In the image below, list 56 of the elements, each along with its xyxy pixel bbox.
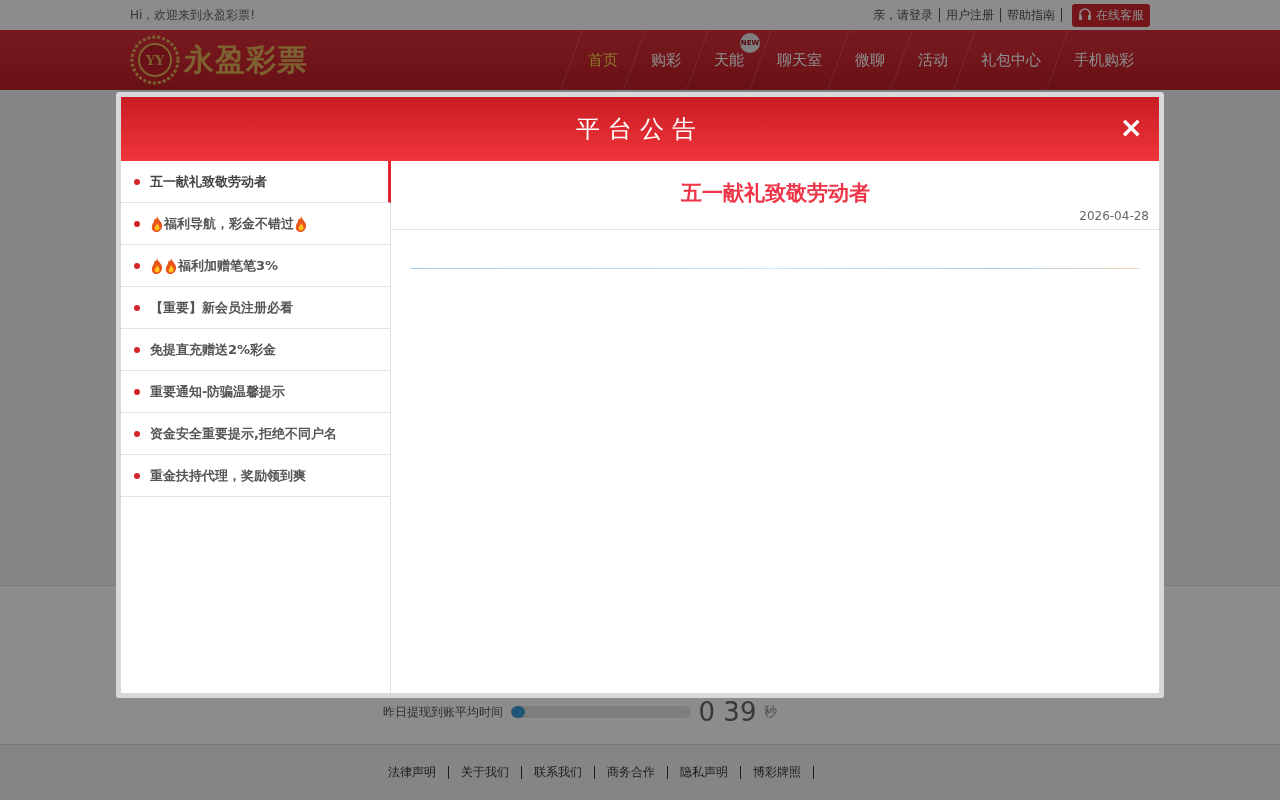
top-link[interactable]: 用户注册 xyxy=(940,8,1001,22)
bullet-icon xyxy=(134,220,140,227)
top-link[interactable]: 帮助指南 xyxy=(1001,8,1062,22)
announcement-item[interactable]: 【重要】新会员注册必看 xyxy=(121,287,390,329)
top-link[interactable]: 亲，请登录 xyxy=(867,8,940,22)
flame-icon xyxy=(151,215,163,232)
logo-emblem-icon: YY xyxy=(130,35,180,85)
announcement-item[interactable]: 福利加赠笔笔3% xyxy=(121,245,390,287)
announcement-item[interactable]: 免提直充赠送2%彩金 xyxy=(121,329,390,371)
announcement-title: 重要通知-防骗温馨提示 xyxy=(150,382,286,401)
welcome-text: Hi，欢迎来到永盈彩票! xyxy=(130,6,256,24)
nav-tab[interactable]: 聊天室 xyxy=(761,30,838,90)
dialog-title: 平台公告 xyxy=(576,114,704,145)
flame-icon xyxy=(151,257,163,274)
bullet-icon xyxy=(134,346,140,353)
bullet-icon xyxy=(134,262,140,269)
announcement-item[interactable]: 重要通知-防骗温馨提示 xyxy=(121,371,390,413)
footer-link[interactable]: 联系我们 xyxy=(522,765,595,779)
headset-icon xyxy=(1078,8,1092,22)
bullet-icon xyxy=(134,472,140,479)
announcement-title: 资金安全重要提示,拒绝不同户名 xyxy=(150,424,337,443)
footer-link[interactable]: 法律声明 xyxy=(376,765,449,779)
flame-icon xyxy=(165,257,177,274)
article-date: 2026-04-28 xyxy=(1079,209,1149,223)
nav-tab[interactable]: 手机购彩 xyxy=(1058,30,1150,90)
footer-link[interactable]: 隐私声明 xyxy=(668,765,741,779)
bullet-icon xyxy=(134,430,140,437)
bullet-icon xyxy=(134,178,140,185)
announcement-title: 福利加赠笔笔3% xyxy=(178,256,279,275)
bullet-icon xyxy=(134,304,140,311)
announcement-item[interactable]: 资金安全重要提示,拒绝不同户名 xyxy=(121,413,390,455)
article-title: 五一献礼致敬劳动者 xyxy=(680,180,870,207)
announcement-title: 重金扶持代理，奖励领到爽 xyxy=(150,466,306,485)
close-button[interactable]: × xyxy=(1119,115,1143,141)
nav-tab[interactable]: 首页 xyxy=(572,30,634,90)
footer-link[interactable]: 博彩牌照 xyxy=(741,765,814,779)
bullet-icon xyxy=(134,388,140,395)
announcement-title: 五一献礼致敬劳动者 xyxy=(150,172,267,191)
announcement-item[interactable]: 重金扶持代理，奖励领到爽 xyxy=(121,455,390,497)
footer-link[interactable]: 商务合作 xyxy=(595,765,668,779)
logo-text: 永盈彩票 xyxy=(184,40,308,79)
announcement-item[interactable]: 福利导航，彩金不错过 xyxy=(121,203,390,245)
announcement-title: 【重要】新会员注册必看 xyxy=(150,298,293,317)
flame-icon xyxy=(295,215,307,232)
online-service-button[interactable]: 在线客服 xyxy=(1072,3,1150,27)
stat-value: 0 39 xyxy=(698,698,757,726)
announcement-title: 福利导航，彩金不错过 xyxy=(164,214,294,233)
announcement-title: 免提直充赠送2%彩金 xyxy=(150,340,277,359)
nav-tab[interactable]: 微聊 xyxy=(839,30,901,90)
nav-tab[interactable]: 活动 xyxy=(902,30,964,90)
announcement-item[interactable]: 五一献礼致敬劳动者 xyxy=(121,161,391,203)
stat-label: 昨日提现到账平均时间 xyxy=(382,703,503,721)
footer-link[interactable]: 关于我们 xyxy=(449,765,522,779)
stat-unit: 秒 xyxy=(764,703,778,721)
nav-tab[interactable]: 礼包中心 xyxy=(965,30,1057,90)
nav-tab[interactable]: 购彩 xyxy=(635,30,697,90)
